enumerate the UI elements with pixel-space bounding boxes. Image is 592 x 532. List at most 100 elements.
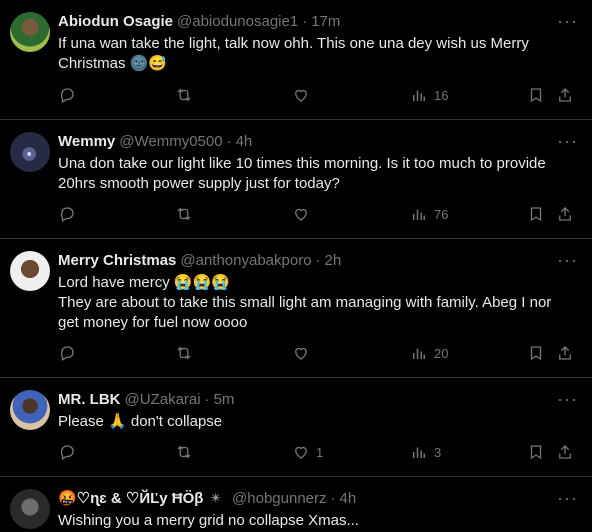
tweet-text-line: Please 🙏 don't collapse [58,413,223,430]
separator-dot: · [330,489,336,507]
view-count: 16 [434,87,449,103]
more-options-icon[interactable]: ··· [557,11,578,32]
tweet[interactable]: 🤬♡ɳɛ & ♡ЙĽy ĦÖβ ✴ @hobgunnerz · 4h ··· W… [0,477,592,532]
share-icon [559,445,571,459]
bookmark-button[interactable] [527,344,545,362]
share-button[interactable] [556,205,574,223]
reply-button[interactable] [58,86,76,104]
heart-icon [295,208,307,221]
view-count: 3 [434,444,442,460]
tweet-text: If una wan take the light, talk now ohh.… [58,34,580,74]
share-button[interactable] [556,86,574,104]
separator-dot: · [302,12,308,30]
bookmark-button[interactable] [527,205,545,223]
views-button[interactable]: 76 [410,205,448,223]
tweet-text-line: If una wan take the light, talk now ohh.… [58,35,529,52]
bookmark-icon [530,207,542,222]
action-bar: 16 [58,86,580,106]
more-options-icon[interactable]: ··· [557,389,578,410]
share-icon [559,88,571,102]
reply-icon [60,207,74,222]
views-chart-icon [413,209,425,220]
timestamp[interactable]: 5m [214,391,235,408]
tweet-header: MR. LBK @UZakarai · 5m ··· [58,389,580,410]
timestamp[interactable]: 17m [311,13,340,30]
reply-button[interactable] [58,344,76,362]
share-icon [559,346,571,360]
timestamp[interactable]: 2h [325,252,342,269]
tweet-header: Wemmy @Wemmy0500 · 4h ··· [58,131,580,152]
separator-dot: · [226,132,232,150]
display-name[interactable]: Abiodun Osagie [58,13,173,30]
retweet-button[interactable] [175,86,193,104]
tweet-text: Lord have mercy 😭😭😭 They are about to ta… [58,273,580,333]
bookmark-icon [530,88,542,103]
avatar[interactable] [10,489,50,529]
separator-dot: · [204,390,210,408]
reply-button[interactable] [58,443,76,461]
tweet[interactable]: Merry Christmas @anthonyabakporo · 2h ··… [0,239,592,378]
action-bar: 76 [58,205,580,225]
more-options-icon[interactable]: ··· [557,488,578,509]
user-handle[interactable]: @Wemmy0500 [119,133,222,150]
avatar[interactable] [10,390,50,430]
reply-icon [60,445,74,460]
tweet-text: Wishing you a merry grid no collapse Xma… [58,511,580,531]
timeline-feed: Abiodun Osagie @abiodunosagie1 · 17m ···… [0,0,592,532]
bookmark-icon [530,346,542,361]
bookmark-button[interactable] [527,443,545,461]
views-chart-icon [413,348,425,359]
share-button[interactable] [556,443,574,461]
bookmark-icon [530,445,542,460]
more-options-icon[interactable]: ··· [557,250,578,271]
avatar[interactable] [10,251,50,291]
tweet-text-line: They are about to take this small light … [58,294,552,311]
retweet-icon [177,207,191,221]
tweet[interactable]: Wemmy @Wemmy0500 · 4h ··· Una don take o… [0,120,592,239]
tweet-text-line: Lord have mercy 😭😭😭 [58,274,230,291]
like-button[interactable]: 1 [292,443,323,461]
action-bar: 1 3 [58,443,580,463]
timestamp[interactable]: 4h [236,133,253,150]
separator-dot: · [315,251,321,269]
display-name[interactable]: Merry Christmas [58,252,176,269]
more-options-icon[interactable]: ··· [557,131,578,152]
retweet-button[interactable] [175,344,193,362]
display-name[interactable]: Wemmy [58,133,115,150]
user-handle[interactable]: @UZakarai [125,391,201,408]
action-bar: 20 [58,344,580,364]
tweet[interactable]: MR. LBK @UZakarai · 5m ··· Please 🙏 don'… [0,378,592,477]
views-button[interactable]: 3 [410,443,441,461]
views-chart-icon [413,90,425,101]
retweet-icon [177,346,191,360]
heart-icon [295,347,307,360]
reply-button[interactable] [58,205,76,223]
tweet-text-line: Christmas 🌚😅 [58,55,168,72]
like-button[interactable] [292,344,316,362]
retweet-button[interactable] [175,443,193,461]
tweet[interactable]: Abiodun Osagie @abiodunosagie1 · 17m ···… [0,0,592,120]
like-button[interactable] [292,86,316,104]
views-button[interactable]: 16 [410,86,448,104]
user-handle[interactable]: @abiodunosagie1 [177,13,298,30]
like-button[interactable] [292,205,316,223]
timestamp[interactable]: 4h [340,490,357,507]
tweet-text-line: get money for fuel now oooo [58,314,248,331]
heart-icon [295,446,307,459]
tweet-text: Please 🙏 don't collapse [58,412,580,432]
avatar[interactable] [10,12,50,52]
display-name[interactable]: MR. LBK [58,391,121,408]
avatar[interactable] [10,132,50,172]
share-button[interactable] [556,344,574,362]
sparkle-icon: ✴ [209,490,223,507]
tweet-text-line: Wishing you a merry grid no collapse Xma… [58,512,359,529]
bookmark-button[interactable] [527,86,545,104]
views-button[interactable]: 20 [410,344,448,362]
display-name[interactable]: 🤬♡ɳɛ & ♡ЙĽy ĦÖβ [58,489,203,507]
user-handle[interactable]: @hobgunnerz [232,490,326,507]
tweet-header: 🤬♡ɳɛ & ♡ЙĽy ĦÖβ ✴ @hobgunnerz · 4h ··· [58,488,580,509]
retweet-button[interactable] [175,205,193,223]
retweet-icon [177,88,191,102]
view-count: 20 [434,345,449,361]
user-handle[interactable]: @anthonyabakporo [180,252,311,269]
